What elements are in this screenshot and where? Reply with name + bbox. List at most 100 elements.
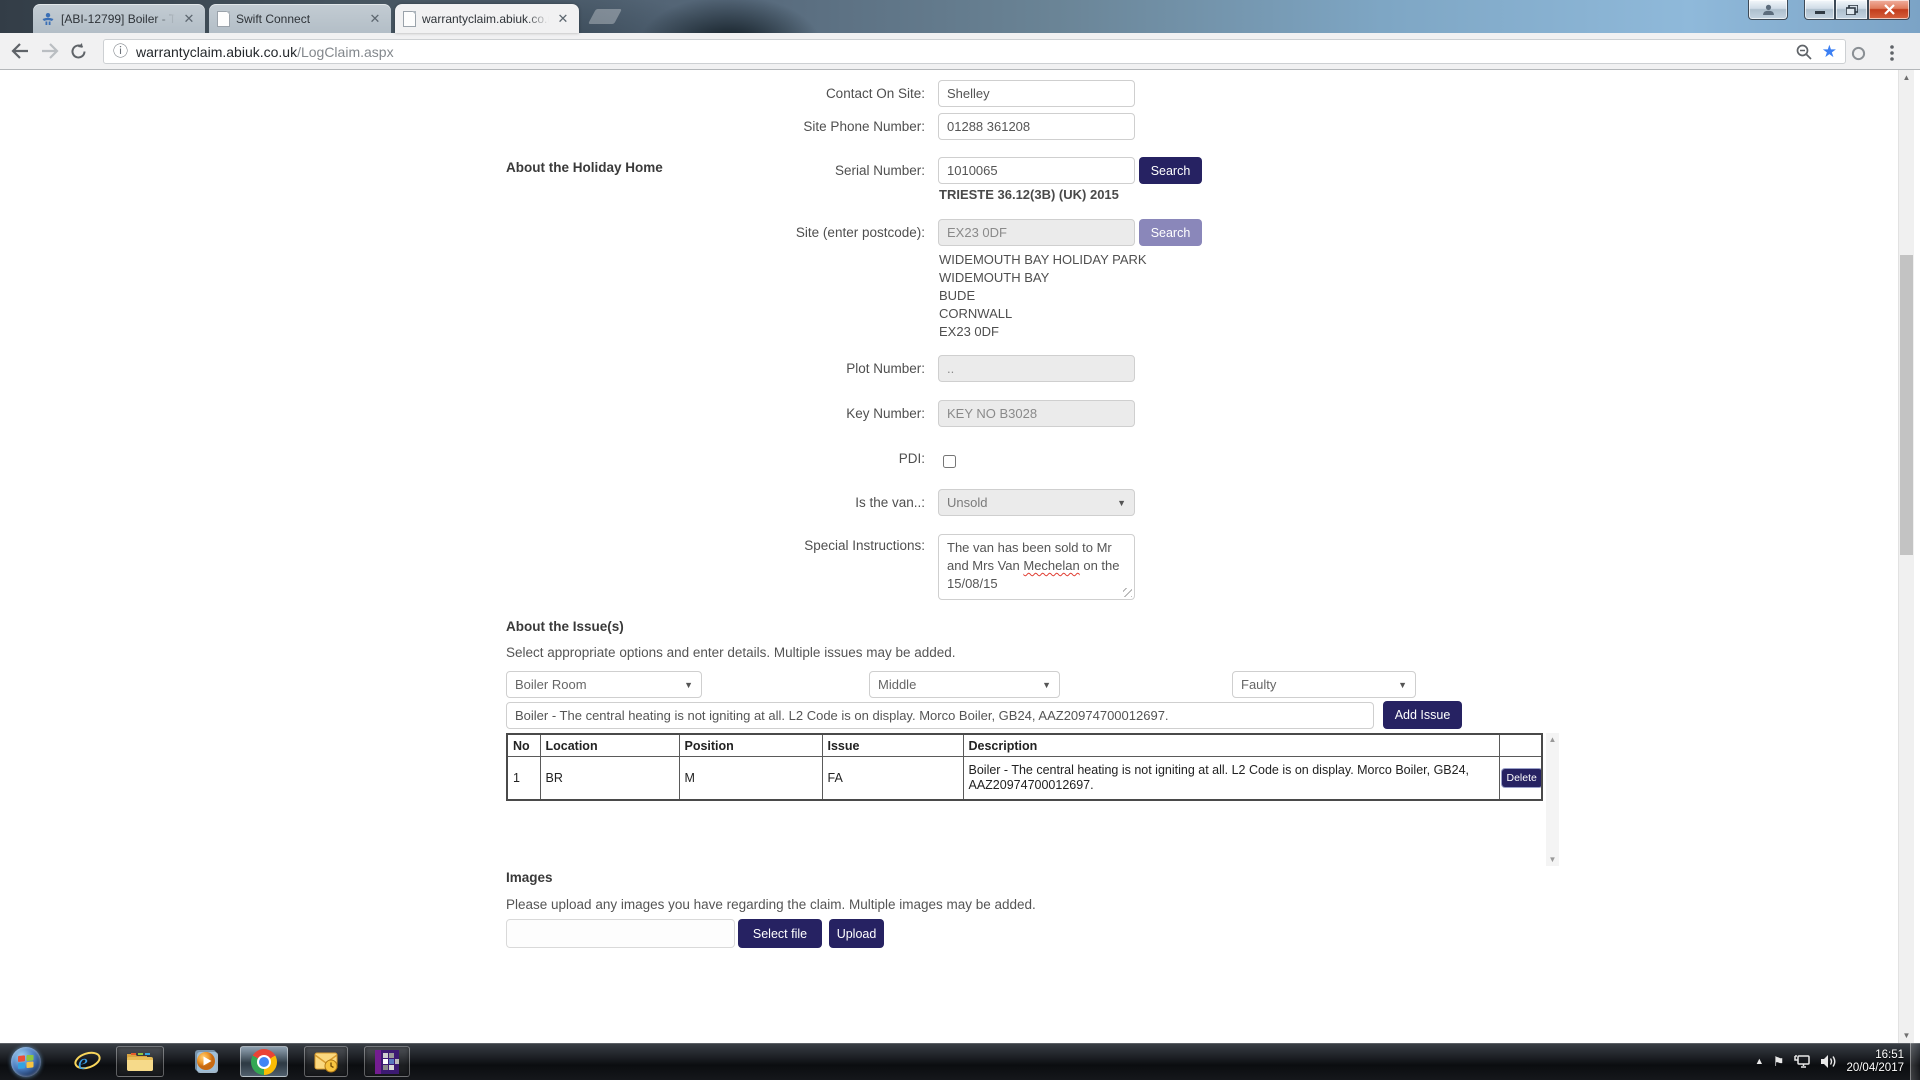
cell-location: BR xyxy=(540,757,679,801)
window-controls xyxy=(1748,0,1910,22)
tab-warrantyclaim[interactable]: warrantyclaim.abiuk.co.uk ✕ xyxy=(395,4,579,33)
contact-on-site-input[interactable] xyxy=(938,80,1135,107)
site-postcode-label: Site (enter postcode): xyxy=(625,219,925,246)
tab-close-icon[interactable]: ✕ xyxy=(181,11,197,27)
browser-scrollbar[interactable]: ▲ ▼ xyxy=(1898,70,1914,1043)
col-issue: Issue xyxy=(822,734,963,757)
plot-number-input[interactable] xyxy=(938,355,1135,382)
is-the-van-select[interactable]: Unsold▼ xyxy=(938,489,1135,516)
chevron-down-icon: ▼ xyxy=(1117,498,1126,508)
menu-dots-icon[interactable] xyxy=(1880,41,1904,65)
add-issue-button[interactable]: Add Issue xyxy=(1383,701,1462,729)
delete-issue-button[interactable]: Delete xyxy=(1502,769,1542,787)
site-phone-input[interactable] xyxy=(938,113,1135,140)
cell-position: M xyxy=(679,757,822,801)
refresh-icon[interactable] xyxy=(66,39,90,63)
cell-description: Boiler - The central heating is not igni… xyxy=(963,757,1499,801)
issue-table-row: 1 BR M FA Boiler - The central heating i… xyxy=(507,757,1542,801)
issues-panel-scrollbar[interactable]: ▲ ▼ xyxy=(1546,733,1559,866)
image-file-input[interactable] xyxy=(506,919,735,948)
chevron-down-icon: ▼ xyxy=(1398,680,1407,690)
address-bar[interactable]: ⓘ warrantyclaim.abiuk.co.uk/LogClaim.asp… xyxy=(103,39,1846,64)
tab-close-icon[interactable]: ✕ xyxy=(555,11,571,27)
issues-instructions: Select appropriate options and enter det… xyxy=(506,645,956,660)
col-no: No xyxy=(507,734,540,757)
zoom-icon[interactable] xyxy=(1796,44,1812,60)
tab-abi-boiler[interactable]: [ABI-12799] Boiler - The ✕ xyxy=(33,4,205,33)
scrollbar-thumb[interactable] xyxy=(1900,255,1913,555)
taskbar: e ▲ ⚑ 16:51 20/04/2017 xyxy=(0,1043,1920,1080)
serial-number-input[interactable] xyxy=(938,157,1135,184)
serial-search-button[interactable]: Search xyxy=(1139,157,1202,184)
abi-favicon xyxy=(41,12,55,26)
misspelled-word: Mechelan xyxy=(1023,558,1079,573)
chevron-down-icon: ▼ xyxy=(684,680,693,690)
site-search-button[interactable]: Search xyxy=(1139,219,1202,246)
issue-location-select[interactable]: Boiler Room▼ xyxy=(506,671,702,698)
key-number-input[interactable] xyxy=(938,400,1135,427)
plot-number-label: Plot Number: xyxy=(625,355,925,382)
images-instructions: Please upload any images you have regard… xyxy=(506,897,1036,912)
start-button[interactable] xyxy=(8,1046,44,1077)
taskbar-clock[interactable]: 16:51 20/04/2017 xyxy=(1846,1049,1904,1075)
issue-description-input[interactable] xyxy=(506,702,1374,729)
taskbar-app-grid-icon[interactable] xyxy=(364,1046,410,1077)
taskbar-wmp-icon[interactable] xyxy=(186,1046,228,1077)
issues-table: No Location Position Issue Description 1… xyxy=(506,733,1543,801)
network-icon[interactable] xyxy=(1793,1054,1811,1069)
taskbar-chrome-icon[interactable] xyxy=(240,1046,288,1077)
site-address-line: BUDE xyxy=(939,287,1147,305)
page-favicon xyxy=(403,11,416,27)
scroll-up-icon[interactable]: ▲ xyxy=(1899,70,1914,85)
is-the-van-label: Is the van..: xyxy=(625,489,925,516)
select-file-button[interactable]: Select file xyxy=(738,919,822,948)
chrome-logo-icon xyxy=(251,1049,277,1075)
back-icon[interactable] xyxy=(8,39,32,63)
contact-on-site-label: Contact On Site: xyxy=(625,80,925,107)
clock-date: 20/04/2017 xyxy=(1846,1062,1904,1075)
page-info-icon[interactable]: ⓘ xyxy=(113,44,128,59)
issue-position-select[interactable]: Middle▼ xyxy=(869,671,1060,698)
scroll-up-icon[interactable]: ▲ xyxy=(1546,733,1559,746)
tab-close-icon[interactable]: ✕ xyxy=(367,11,383,27)
scroll-down-icon[interactable]: ▼ xyxy=(1546,853,1559,866)
cell-no: 1 xyxy=(507,757,540,801)
action-center-flag-icon[interactable]: ⚑ xyxy=(1773,1055,1785,1068)
profile-button[interactable] xyxy=(1748,0,1788,20)
issue-fault-select[interactable]: Faulty▼ xyxy=(1232,671,1416,698)
site-address-line: EX23 0DF xyxy=(939,323,1147,341)
show-desktop-button[interactable] xyxy=(1910,1043,1920,1080)
taskbar-explorer-icon[interactable] xyxy=(116,1046,164,1077)
site-address-line: CORNWALL xyxy=(939,305,1147,323)
clock-time: 16:51 xyxy=(1846,1049,1904,1062)
svg-text:e: e xyxy=(78,1049,88,1074)
url-text: warrantyclaim.abiuk.co.uk/LogClaim.aspx xyxy=(136,44,394,60)
pdi-checkbox[interactable] xyxy=(943,455,956,468)
col-position: Position xyxy=(679,734,822,757)
scroll-down-icon[interactable]: ▼ xyxy=(1899,1028,1914,1043)
special-instructions-label: Special Instructions: xyxy=(625,536,925,556)
minimize-button[interactable] xyxy=(1804,0,1835,20)
special-instructions-textarea[interactable]: The van has been sold to Mr and Mrs Van … xyxy=(938,534,1135,600)
close-button[interactable] xyxy=(1868,0,1910,20)
forward-icon[interactable] xyxy=(38,39,62,63)
taskbar-ie-icon[interactable]: e xyxy=(64,1046,110,1077)
warranty-claim-page: Contact On Site: Site Phone Number: Abou… xyxy=(0,70,1899,1043)
cell-issue: FA xyxy=(822,757,963,801)
upload-button[interactable]: Upload xyxy=(829,919,884,948)
textarea-resize-grip[interactable] xyxy=(1123,588,1132,597)
site-address-line: WIDEMOUTH BAY xyxy=(939,269,1147,287)
bookmark-star-icon[interactable]: ★ xyxy=(1822,43,1837,60)
site-address-block: WIDEMOUTH BAY HOLIDAY PARK WIDEMOUTH BAY… xyxy=(939,251,1147,341)
tab-swift-connect[interactable]: Swift Connect ✕ xyxy=(209,4,391,33)
extension-icon[interactable] xyxy=(1846,41,1870,65)
system-tray: ▲ ⚑ 16:51 20/04/2017 xyxy=(1755,1043,1904,1080)
pdi-label: PDI: xyxy=(625,445,925,472)
site-postcode-input[interactable] xyxy=(938,219,1135,246)
volume-icon[interactable] xyxy=(1820,1054,1837,1069)
maximize-button[interactable] xyxy=(1835,0,1868,20)
new-tab-button[interactable] xyxy=(588,9,622,24)
hidden-icons-arrow[interactable]: ▲ xyxy=(1755,1057,1764,1066)
taskbar-outlook-icon[interactable] xyxy=(304,1046,348,1077)
chevron-down-icon: ▼ xyxy=(1042,680,1051,690)
